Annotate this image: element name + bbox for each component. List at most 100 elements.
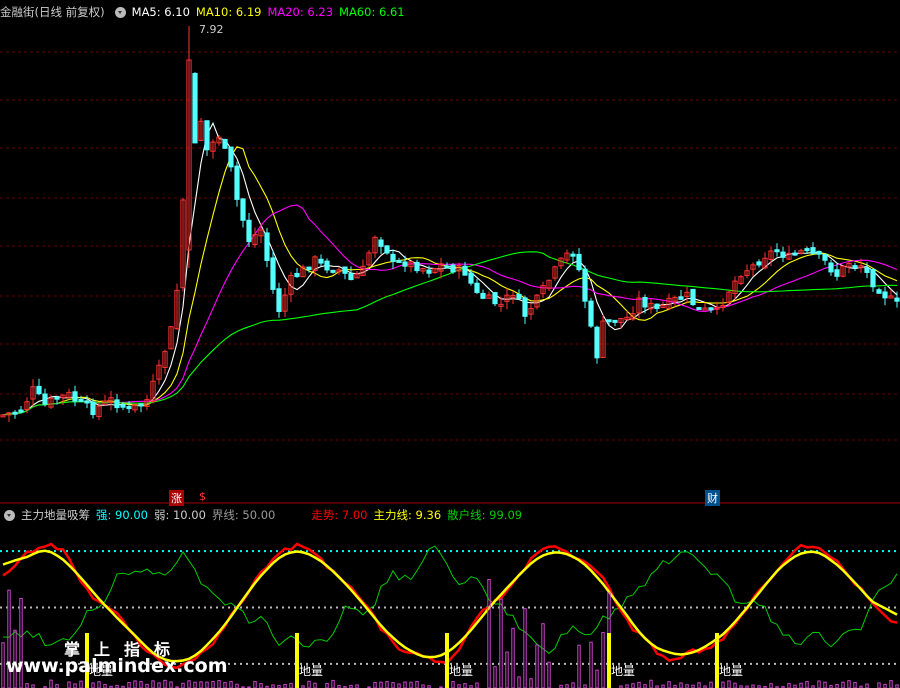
candle-down (678, 296, 684, 300)
volume-bar (145, 683, 149, 688)
volume-bar (667, 681, 671, 688)
candle-down (480, 292, 486, 299)
candle-down (708, 307, 714, 311)
signal-label: 地量 (299, 664, 324, 678)
volume-bar (541, 623, 545, 688)
candle-down (774, 249, 780, 253)
volume-bar (139, 681, 143, 688)
volume-bar (505, 651, 509, 688)
cai-marker[interactable]: 财 (705, 490, 720, 506)
candle-down (330, 269, 336, 273)
candle-down (822, 253, 828, 261)
candle-down (84, 400, 90, 404)
candle-down (810, 247, 816, 254)
volume-bar (289, 682, 293, 688)
indicator-title[interactable]: 主力地量吸筹 (21, 506, 90, 524)
candle-down (270, 257, 276, 290)
volume-bar (127, 682, 131, 688)
volume-bar (877, 682, 881, 688)
candle-down (426, 269, 432, 274)
volume-bar (403, 681, 407, 688)
ma10-line (2, 146, 898, 416)
volume-bar (511, 627, 515, 688)
candle-down (492, 292, 498, 305)
candle-down (72, 391, 78, 402)
price-grid (0, 51, 900, 504)
volume-bar (379, 681, 383, 688)
candle-down (852, 265, 858, 269)
volume-bar (193, 681, 197, 688)
ma5-line (2, 121, 898, 416)
volume-bar (103, 683, 107, 688)
signal-bar (715, 633, 719, 688)
volume-bar (397, 683, 401, 688)
candle-down (780, 251, 786, 258)
candle-down (396, 259, 402, 263)
volume-bar (313, 682, 317, 688)
candle-down (126, 406, 132, 410)
candle-down (828, 262, 834, 273)
candle-down (54, 396, 60, 400)
candle-down (276, 288, 282, 313)
candle-down (594, 326, 600, 359)
signal-bar (445, 633, 449, 688)
candle-down (78, 398, 84, 402)
stock-title[interactable]: 金融街(日线 前复权) (0, 3, 105, 21)
volume-bar (283, 683, 287, 688)
volume-bar (889, 680, 893, 688)
candle-down (384, 245, 390, 254)
signal-bar (295, 633, 299, 688)
volume-bar (25, 683, 29, 688)
volume-bar (631, 683, 635, 688)
candle-down (342, 266, 348, 274)
signal-label: 地量 (611, 664, 636, 678)
candle-down (690, 288, 696, 306)
indicator-dropdown-icon[interactable] (4, 509, 15, 521)
volume-bar (571, 682, 575, 688)
volume-bar (883, 683, 887, 688)
candle-down (588, 300, 594, 327)
volume-bar (91, 682, 95, 688)
volume-bar (223, 682, 227, 688)
signal-label: 地量 (719, 664, 744, 678)
ma20-line (2, 204, 898, 416)
volume-bar (181, 682, 185, 688)
volume-bar (259, 683, 263, 688)
candle-down (228, 146, 234, 168)
candle-down (654, 303, 660, 309)
volume-bar (331, 679, 335, 688)
dollar-marker[interactable]: $ (199, 490, 206, 503)
volume-bar (55, 683, 59, 688)
candle-down (606, 319, 612, 323)
candle-down (816, 250, 822, 255)
volume-bar (523, 608, 527, 688)
volume-bar (97, 681, 101, 688)
volume-bar (595, 669, 599, 688)
volume-bar (865, 683, 869, 688)
ma60-line (2, 251, 898, 416)
volume-bar (535, 644, 539, 688)
volume-bar (409, 681, 413, 688)
volume-bar (391, 682, 395, 688)
volume-bar (709, 681, 713, 688)
volume-bar (151, 680, 155, 688)
candle-down (642, 296, 648, 308)
candle-down (414, 261, 420, 272)
volume-bar (235, 683, 239, 688)
volume-bar (601, 632, 605, 688)
volume-bar (637, 681, 641, 688)
trend-label: 走势: 7.00 (311, 508, 368, 522)
volume-bar (643, 684, 647, 688)
boundary-label: 界线: 50.00 (211, 508, 276, 522)
candle-down (192, 72, 198, 144)
zhang-marker[interactable]: 涨 (169, 490, 184, 506)
candle-down (576, 253, 582, 271)
volume-bar (1, 642, 5, 688)
volume-bar (841, 681, 845, 688)
candle-down (318, 258, 324, 264)
settings-dropdown-icon[interactable] (114, 6, 126, 18)
volume-bar (853, 682, 857, 688)
price-header: 金融街(日线 前复权) MA5: 6.10 MA10: 6.19 MA20: 6… (0, 3, 405, 21)
main-force-label: 主力线: 9.36 (373, 508, 442, 522)
volume-bar (67, 681, 71, 688)
